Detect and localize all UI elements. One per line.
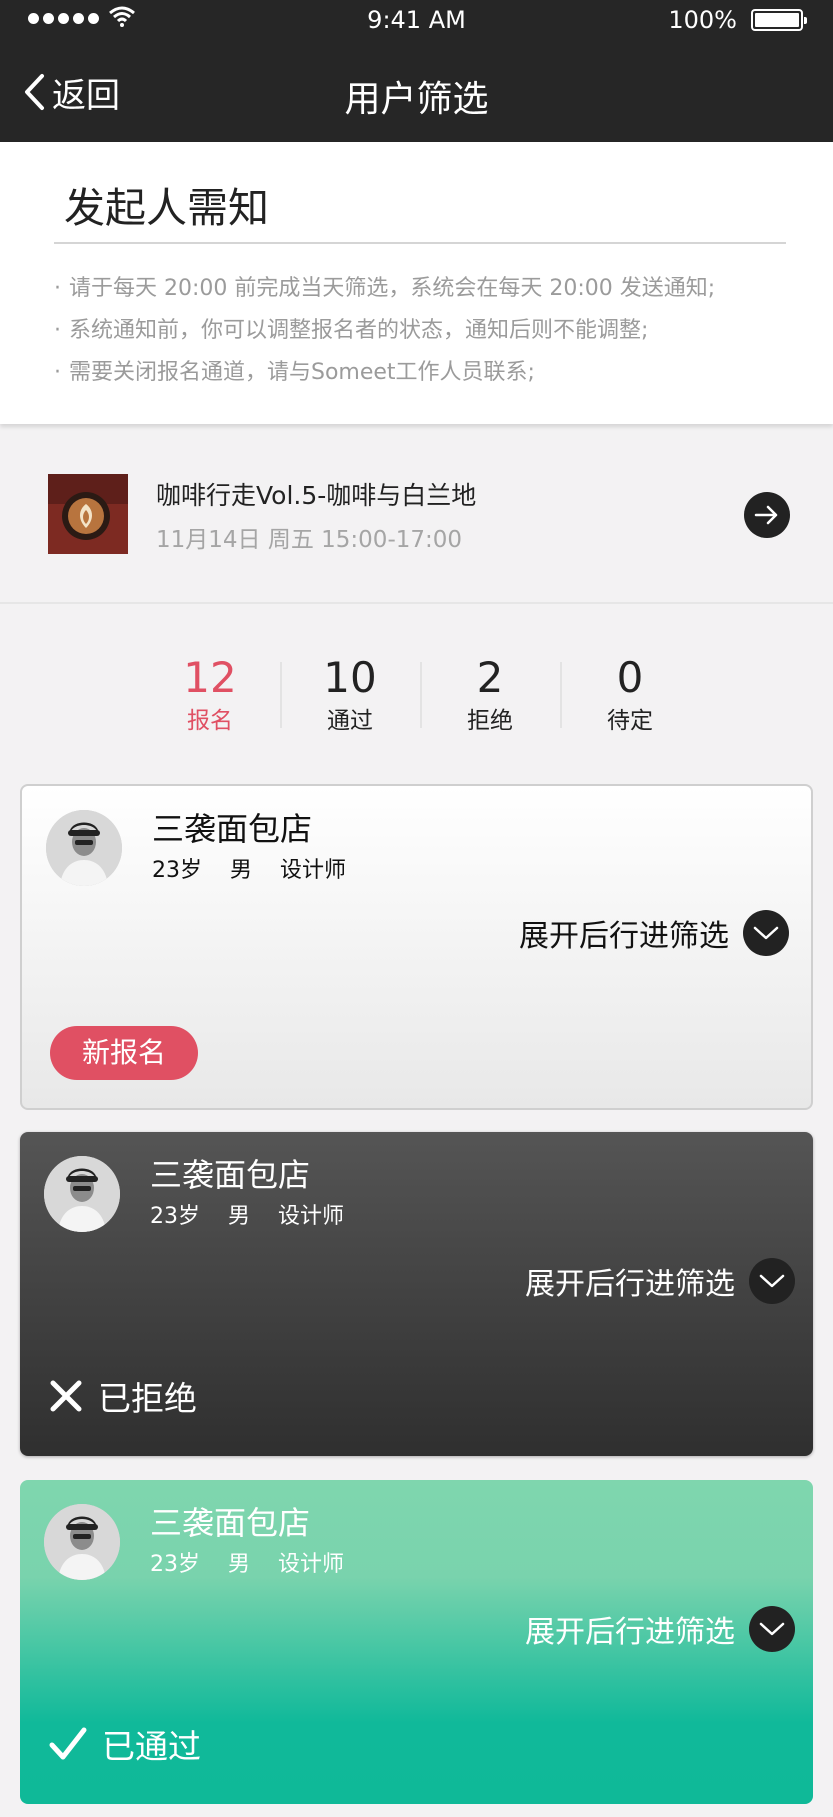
status-label: 已拒绝 (98, 1379, 197, 1418)
status-rejected: 已拒绝 (48, 1372, 197, 1420)
expand-label: 展开后行进筛选 (519, 919, 729, 954)
applicant-name: 三袭面包店 (152, 810, 313, 848)
event-thumbnail (48, 474, 128, 554)
close-icon (50, 1380, 82, 1412)
stat-label: 拒绝 (467, 708, 513, 734)
notice-title: 发起人需知 (64, 184, 269, 232)
applicant-name: 三袭面包店 (150, 1156, 311, 1194)
stat-count: 0 (616, 653, 644, 702)
divider (54, 242, 786, 244)
status-passed: 已通过 (48, 1720, 201, 1768)
applicant-card[interactable]: 三袭面包店 23岁 男 设计师 展开后行进筛选 已通过 (20, 1480, 813, 1804)
chevron-down-icon (749, 1606, 795, 1652)
page-title: 用户筛选 (344, 79, 489, 120)
stat-count: 10 (323, 653, 377, 702)
expand-label: 展开后行进筛选 (525, 1615, 735, 1650)
status-bar: 9:41 AM 100% (0, 0, 833, 40)
battery-icon (751, 9, 807, 31)
chevron-down-icon (743, 910, 789, 956)
stat-count: 2 (476, 653, 504, 702)
stat-label: 待定 (607, 708, 653, 734)
expand-label: 展开后行进筛选 (525, 1267, 735, 1302)
tab-signed-up[interactable]: 12 报名 (140, 650, 280, 740)
tab-pending[interactable]: 0 待定 (560, 650, 700, 740)
expand-filter-button[interactable]: 展开后行进筛选 (519, 910, 789, 956)
navigation-bar: 9:41 AM 100% 返回 用户筛选 (0, 0, 833, 142)
applicant-job: 设计师 (278, 1204, 345, 1229)
applicant-gender: 男 (228, 1204, 251, 1229)
tab-rejected[interactable]: 2 拒绝 (420, 650, 560, 740)
applicant-gender: 男 (230, 858, 253, 883)
expand-filter-button[interactable]: 展开后行进筛选 (525, 1606, 795, 1652)
applicant-age: 23岁 (150, 1204, 200, 1229)
notice-item: 需要关闭报名通道，请与Someet工作人员联系; (54, 352, 814, 394)
event-title: 咖啡行走Vol.5-咖啡与白兰地 (156, 481, 477, 510)
applicant-meta: 23岁 男 设计师 (150, 1198, 372, 1230)
chevron-down-icon (749, 1258, 795, 1304)
expand-filter-button[interactable]: 展开后行进筛选 (525, 1258, 795, 1304)
stat-label: 通过 (327, 708, 373, 734)
applicant-name: 三袭面包店 (150, 1504, 311, 1542)
applicant-meta: 23岁 男 设计师 (152, 852, 374, 884)
checkmark-icon (49, 1727, 87, 1760)
notice-item: 系统通知前，你可以调整报名者的状态，通知后则不能调整; (54, 310, 814, 352)
notice-item: 请于每天 20:00 前完成当天筛选，系统会在每天 20:00 发送通知; (54, 268, 814, 310)
status-label: 已通过 (102, 1727, 201, 1766)
arrow-right-icon[interactable] (744, 492, 790, 538)
notice-list: 请于每天 20:00 前完成当天筛选，系统会在每天 20:00 发送通知; 系统… (54, 268, 814, 394)
battery-percent: 100% (668, 6, 737, 34)
status-badge: 新报名 (50, 1026, 199, 1080)
event-date: 11月14日 周五 15:00-17:00 (156, 527, 463, 553)
applicant-job: 设计师 (278, 1552, 345, 1577)
stat-label: 报名 (187, 708, 233, 734)
organizer-notice: 发起人需知 请于每天 20:00 前完成当天筛选，系统会在每天 20:00 发送… (0, 142, 833, 424)
tab-passed[interactable]: 10 通过 (280, 650, 420, 740)
avatar (44, 1504, 120, 1580)
applicant-job: 设计师 (280, 858, 347, 883)
avatar (46, 810, 122, 886)
stats-tabs: 12 报名 10 通过 2 拒绝 0 待定 (140, 650, 700, 740)
stat-count: 12 (183, 653, 237, 702)
applicant-card[interactable]: 三袭面包店 23岁 男 设计师 展开后行进筛选 新报名 (20, 784, 813, 1110)
avatar (44, 1156, 120, 1232)
event-row[interactable]: 咖啡行走Vol.5-咖啡与白兰地 11月14日 周五 15:00-17:00 (0, 424, 833, 604)
applicant-age: 23岁 (152, 858, 202, 883)
applicant-gender: 男 (228, 1552, 251, 1577)
applicant-card[interactable]: 三袭面包店 23岁 男 设计师 展开后行进筛选 已拒绝 (20, 1132, 813, 1456)
applicant-age: 23岁 (150, 1552, 200, 1577)
applicant-meta: 23岁 男 设计师 (150, 1546, 372, 1578)
